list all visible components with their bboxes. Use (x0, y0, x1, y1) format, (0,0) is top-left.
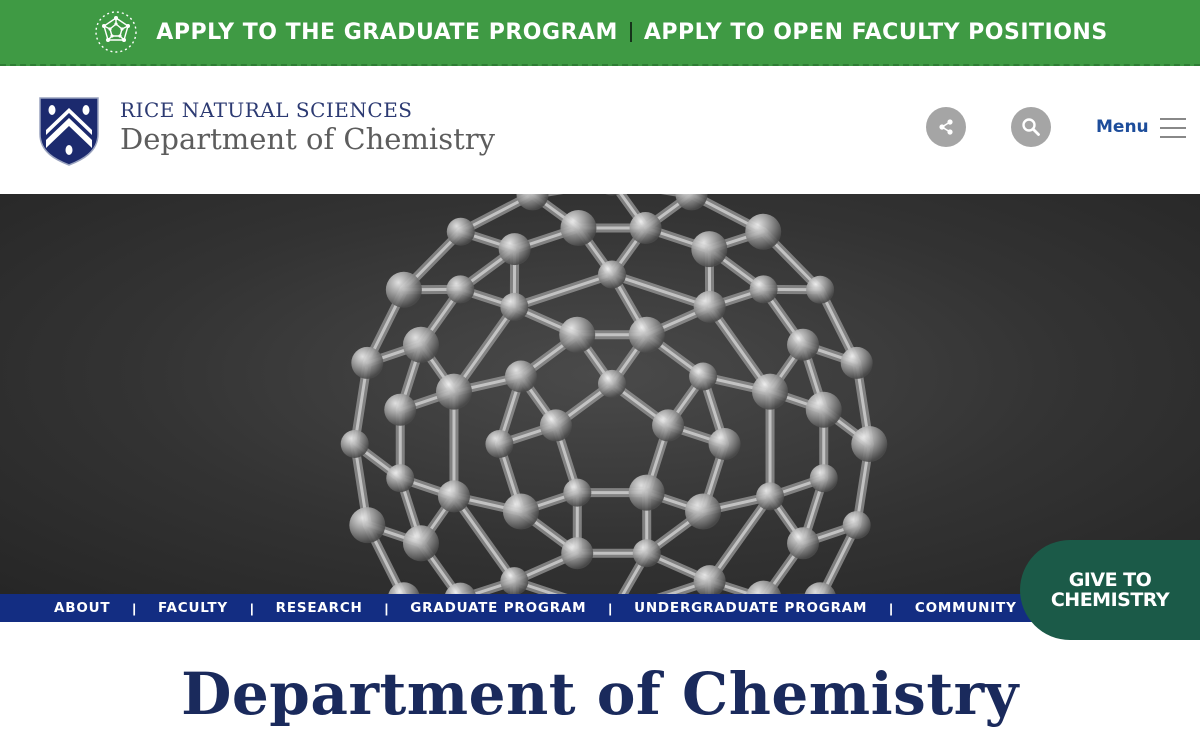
molecule-atom (805, 391, 842, 428)
hamburger-icon[interactable] (1160, 118, 1186, 140)
search-button[interactable] (1011, 107, 1051, 147)
molecule-atom (502, 493, 539, 530)
molecule-atom (559, 316, 596, 353)
molecule-atom (561, 537, 594, 570)
molecule-atom (498, 233, 531, 266)
molecule-atom (560, 210, 597, 247)
buckyball-molecule-image (340, 194, 888, 594)
molecule-atom (446, 217, 475, 246)
molecule-bond (509, 576, 568, 594)
nav-faculty[interactable]: FACULTY (158, 600, 228, 616)
nav-separator: | (249, 600, 254, 616)
top-banner: APPLY TO THE GRADUATE PROGRAM APPLY TO O… (0, 0, 1200, 66)
nav-research[interactable]: RESEARCH (276, 600, 363, 616)
molecule-atom (351, 346, 384, 379)
molecule-atom (504, 360, 537, 393)
molecule-atom (500, 292, 529, 321)
nav-graduate-program[interactable]: GRADUATE PROGRAM (410, 600, 586, 616)
nav-about[interactable]: ABOUT (54, 600, 110, 616)
site-header: RICE NATURAL SCIENCES Department of Chem… (0, 66, 1200, 194)
molecule-atom (385, 271, 422, 308)
give-line-2: CHEMISTRY (1050, 589, 1170, 611)
molecule-atom (340, 430, 369, 458)
brand-title[interactable]: Department of Chemistry (120, 122, 495, 156)
apply-graduate-link[interactable]: APPLY TO THE GRADUATE PROGRAM (156, 20, 618, 45)
nav-separator: | (608, 600, 613, 616)
nav-separator: | (889, 600, 893, 616)
molecule-atom (349, 507, 386, 544)
molecule-atom (685, 493, 722, 530)
molecule-atom (386, 464, 415, 493)
molecule-atom (628, 316, 665, 353)
molecule-atom (840, 346, 873, 379)
molecule-atom (446, 275, 475, 304)
molecule-atom (749, 275, 778, 304)
molecule-atom (598, 369, 626, 398)
molecule-atom (708, 428, 741, 460)
molecule-icon (95, 11, 137, 53)
molecule-atom (851, 426, 888, 462)
molecule-atom (402, 525, 439, 562)
menu-button[interactable]: Menu (1096, 117, 1149, 137)
molecule-atom (563, 478, 592, 507)
page-title: Department of Chemistry (181, 660, 1019, 728)
molecule-atom (689, 362, 718, 391)
molecule-atom (437, 480, 470, 513)
molecule-atom (652, 409, 685, 442)
share-icon (939, 119, 953, 135)
share-button[interactable] (926, 107, 966, 147)
brand-subtitle[interactable]: RICE NATURAL SCIENCES (120, 98, 413, 122)
molecule-atom (402, 326, 439, 363)
give-to-chemistry-button[interactable]: GIVE TO CHEMISTRY (1020, 540, 1200, 640)
molecule-atom (691, 231, 728, 268)
molecule-atom (632, 539, 661, 568)
give-line-1: GIVE TO (1068, 569, 1152, 591)
apply-faculty-link[interactable]: APPLY TO OPEN FACULTY POSITIONS (644, 20, 1108, 45)
nav-separator: | (384, 600, 389, 616)
molecule-atom (787, 328, 820, 361)
molecule-atom (500, 567, 529, 594)
molecule-atom (539, 409, 572, 442)
hero-image (0, 194, 1200, 594)
molecule-atom (745, 213, 782, 250)
molecule-atom (693, 290, 726, 323)
molecule-atom (809, 464, 838, 493)
molecule-bond (512, 273, 614, 309)
nav-separator: | (132, 600, 137, 616)
molecule-atom (806, 275, 835, 304)
molecule-atom (756, 482, 785, 511)
nav-undergraduate-program[interactable]: UNDERGRADUATE PROGRAM (634, 600, 867, 616)
molecule-atom (628, 474, 665, 511)
banner-divider (629, 22, 632, 42)
search-icon (1022, 118, 1040, 136)
molecule-atom (435, 373, 472, 410)
molecule-atom (598, 260, 626, 289)
molecule-atom (842, 511, 871, 540)
molecule-atom (629, 212, 662, 245)
molecule-atom (384, 393, 417, 426)
molecule-atom (752, 373, 789, 410)
molecule-atom (485, 430, 514, 458)
nav-community[interactable]: COMMUNITY (915, 600, 1017, 616)
molecule-atom (787, 527, 820, 560)
rice-shield-icon[interactable] (38, 96, 100, 166)
